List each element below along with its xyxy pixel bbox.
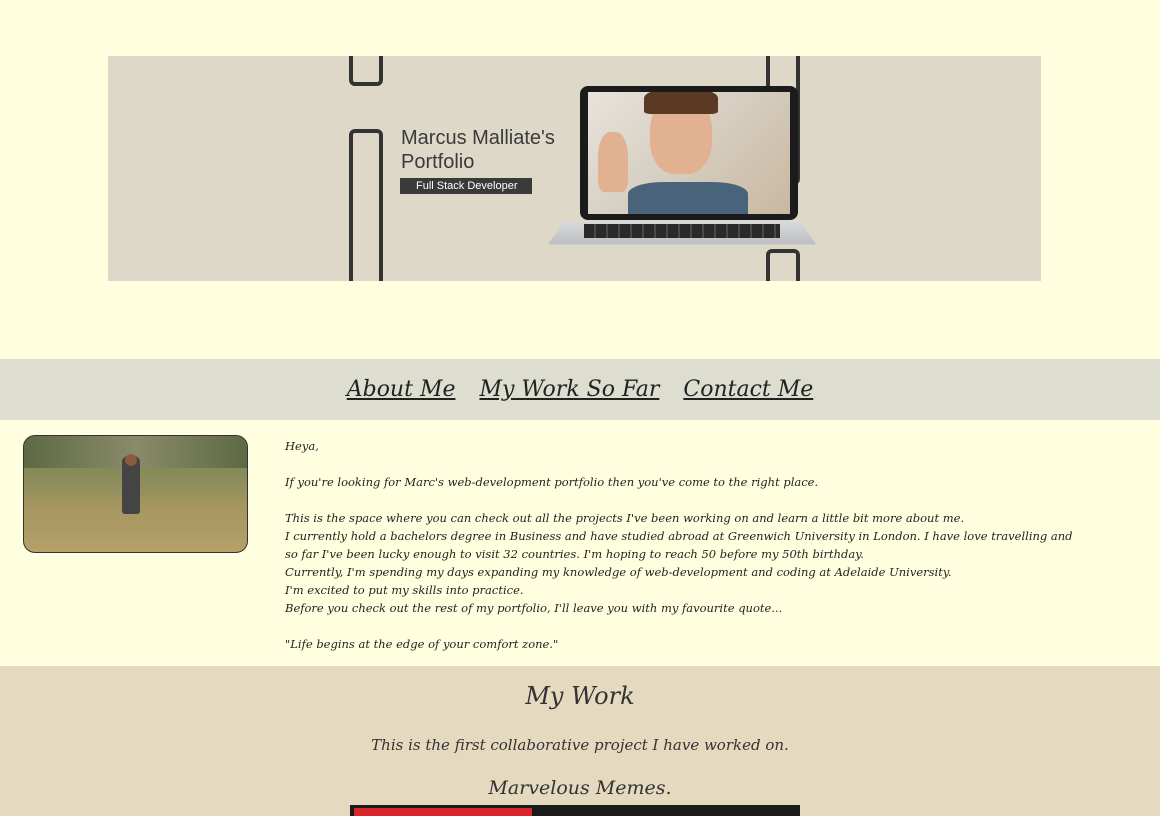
shirt-shape [628, 182, 748, 214]
photo-person-head [125, 454, 137, 466]
laptop-image [580, 86, 798, 220]
nav-about-me[interactable]: About Me [347, 377, 456, 402]
decorative-pill [766, 249, 800, 281]
hero-badge: Full Stack Developer [400, 178, 532, 194]
about-paragraph: Before you check out the rest of my port… [285, 601, 783, 615]
about-section: Heya, If you're looking for Marc's web-d… [285, 437, 1085, 653]
hero-title-line2: Portfolio [401, 151, 475, 173]
work-intro: This is the first collaborative project … [371, 736, 789, 754]
about-paragraph: I currently hold a bachelors degree in B… [285, 529, 1073, 561]
project-screenshot-header [354, 808, 532, 816]
my-work-section: My Work This is the first collaborative … [0, 666, 1160, 816]
about-paragraph: This is the space where you can check ou… [285, 511, 965, 525]
decorative-pill [349, 129, 383, 281]
hero-title-line1: Marcus Malliate's [401, 127, 555, 149]
favourite-quote: "Life begins at the edge of your comfort… [285, 637, 559, 651]
about-intro: If you're looking for Marc's web-develop… [285, 475, 819, 489]
about-paragraph: I'm excited to put my skills into practi… [285, 583, 524, 597]
about-paragraph: Currently, I'm spending my days expandin… [285, 565, 952, 579]
nav-contact-me[interactable]: Contact Me [683, 377, 813, 402]
work-heading: My Work [525, 682, 635, 710]
project-screenshot[interactable] [350, 805, 800, 816]
about-greeting: Heya, [285, 439, 319, 453]
hero-title: Marcus Malliate's Portfolio [401, 126, 555, 174]
hand-shape [598, 132, 628, 192]
nav-my-work[interactable]: My Work So Far [479, 377, 659, 402]
laptop-display [588, 92, 790, 214]
decorative-pill [349, 56, 383, 86]
laptop-keyboard [584, 224, 780, 238]
hero-banner: Marcus Malliate's Portfolio Full Stack D… [108, 56, 1041, 281]
main-nav: About Me My Work So Far Contact Me [0, 359, 1160, 420]
hair-shape [644, 92, 718, 114]
project-title[interactable]: Marvelous Memes. [0, 777, 1160, 799]
profile-photo [23, 435, 248, 553]
